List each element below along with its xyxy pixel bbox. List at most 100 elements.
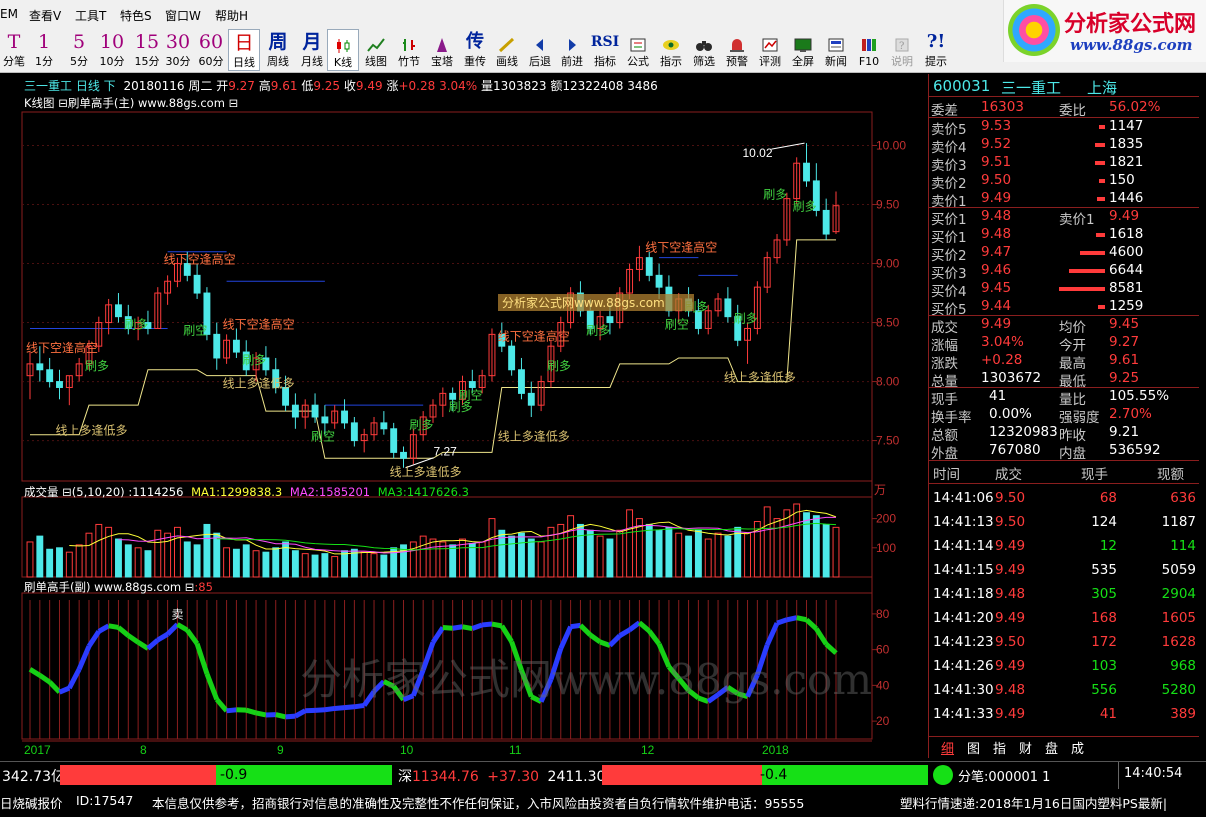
tick-price: 9.49: [995, 706, 1026, 722]
connection-status-icon[interactable]: [933, 765, 953, 785]
oscillator-segment: [214, 697, 229, 713]
sz-breadth-bar[interactable]: -0.4: [602, 765, 928, 785]
tool-button-rating[interactable]: 评测: [754, 29, 786, 71]
period-button-15分[interactable]: 15 15分: [131, 29, 163, 71]
stat-value: 767080: [989, 442, 1041, 458]
tool-button-alarm[interactable]: 预警: [721, 29, 753, 71]
pencil-icon: [498, 34, 516, 53]
tick-volume: 41: [1099, 706, 1117, 722]
tool-button-fullscreen[interactable]: 全屏: [787, 29, 819, 71]
period-button-月线[interactable]: 月月线: [296, 29, 328, 71]
period-button-5分[interactable]: 5 5分: [63, 29, 95, 71]
volume-bar: [164, 532, 172, 578]
tool-button-help[interactable]: ?! 提示: [920, 29, 952, 71]
tool-label: 指标: [594, 55, 616, 68]
tool-button-news[interactable]: 新闻: [820, 29, 852, 71]
panel-tab-2[interactable]: 指: [993, 738, 1006, 757]
volume-bar: [449, 544, 457, 578]
candle-body: [56, 381, 63, 388]
stat-value: 12320983: [989, 424, 1058, 440]
bid-volume-bar: [1059, 287, 1105, 291]
period-button-60分[interactable]: 60 60分: [195, 29, 227, 71]
panel-tab-3[interactable]: 财: [1019, 738, 1032, 757]
sh-breadth-bar[interactable]: -0.9: [60, 765, 392, 785]
logo-url: www.88gs.com: [1070, 36, 1193, 54]
tick-amount: 5280: [1161, 682, 1196, 698]
oscillator-segment: [156, 632, 169, 643]
period-label: 1分: [35, 55, 53, 68]
news-ticker[interactable]: 日烧碱报价 ID:17547 本信息仅供参考，招商银行对信息的准确性及完整性不作…: [0, 789, 1206, 813]
volume-bar: [341, 550, 348, 578]
volume-bar: [626, 509, 634, 578]
candle-body: [527, 392, 535, 406]
menu-item-em[interactable]: EM: [0, 7, 18, 21]
period-glyph: 周: [268, 31, 288, 53]
period-glyph: 60: [198, 31, 224, 53]
kline-chart[interactable]: 10.00 9.50 9.00 8.50 8.00 7.50 10.02 7.27 线下空逢高空…: [0, 74, 928, 758]
bid-price: 9.46: [981, 262, 1012, 278]
tool-label: 公式: [627, 55, 649, 68]
bid-price: 9.47: [981, 244, 1012, 260]
panel-tab-4[interactable]: 盘: [1045, 738, 1058, 757]
volume-bar: [173, 526, 181, 578]
buy1-label: 买价1: [931, 212, 967, 228]
oscillator-segment: [255, 710, 267, 718]
signal-annotation: 刷多: [409, 418, 433, 432]
price-tick-label: 8.50: [876, 316, 900, 330]
ask-volume-bar: [1097, 197, 1105, 201]
tool-button-indicator[interactable]: 指示: [655, 29, 687, 71]
menu-item-special[interactable]: 特色S: [120, 7, 152, 24]
candle-body: [724, 298, 732, 318]
stat-value: +0.28: [981, 352, 1023, 368]
stat-row: 换手率 0.00% 强弱度 2.70%: [929, 406, 1199, 426]
menu-item-window[interactable]: 窗口W: [165, 7, 201, 24]
tick-row: 14:41:18 9.48 305 2904: [929, 586, 1199, 604]
period-button-10分[interactable]: 10 10分: [96, 29, 128, 71]
chart-area[interactable]: 三一重工 日线 下 20180116 周二 开9.27 高9.61 低9.25 …: [0, 74, 928, 758]
menu-item-tools[interactable]: 工具T: [75, 7, 106, 24]
stat-label: 内盘: [1059, 446, 1086, 462]
panel-tab-1[interactable]: 图: [967, 738, 980, 757]
menu-item-help[interactable]: 帮助H: [215, 7, 248, 24]
oscillator-segment: [67, 668, 82, 690]
tool-button-pencil[interactable]: 画线: [491, 29, 523, 71]
tool-button-forward-arrow[interactable]: 前进: [556, 29, 588, 71]
sell1-price: 9.49: [1109, 208, 1140, 224]
tool-button-f10[interactable]: F10: [853, 29, 885, 71]
tool-button-tower[interactable]: 宝塔: [426, 29, 458, 71]
stat-value: 9.25: [1109, 370, 1140, 386]
period-button-分笔[interactable]: T 分笔: [0, 29, 30, 71]
period-button-30分[interactable]: 30 30分: [162, 29, 194, 71]
panel-tab-0[interactable]: 细: [941, 738, 954, 757]
tool-button-formula[interactable]: 公式: [622, 29, 654, 71]
period-glyph: 日: [234, 32, 254, 54]
stat-row: 涨幅 3.04% 今开 9.27: [929, 334, 1199, 354]
candle-body: [232, 339, 240, 353]
menu-item-view[interactable]: 查看V: [29, 7, 61, 24]
tool-button-line-chart[interactable]: 线图: [360, 29, 392, 71]
fullscreen-icon: [794, 34, 812, 52]
volume-bar: [763, 506, 771, 578]
line-chart-icon: [367, 34, 385, 52]
tool-button-binoculars[interactable]: 筛选: [688, 29, 720, 71]
volume-bar: [606, 538, 614, 578]
tool-button-chuan[interactable]: 传重传: [459, 29, 491, 71]
explain-icon: ?: [893, 34, 911, 52]
tool-button-explain[interactable]: ? 说明: [886, 29, 918, 71]
volume-bar: [360, 551, 368, 578]
tick-time: 14:41:13: [933, 514, 994, 530]
signal-annotation: 线下空逢高空: [645, 240, 717, 255]
tool-button-back-arrow[interactable]: 后退: [524, 29, 556, 71]
forward-arrow-icon: [563, 34, 581, 51]
period-button-1分[interactable]: 1 1分: [28, 29, 60, 71]
period-button-日线[interactable]: 日日线: [228, 29, 260, 71]
panel-tab-5[interactable]: 成: [1071, 738, 1084, 757]
volume-bar: [518, 532, 525, 578]
volume-bar: [734, 526, 742, 578]
candle-body: [213, 333, 221, 359]
tool-button-rsi[interactable]: RSI 指标: [589, 29, 621, 71]
tool-button-bamboo[interactable]: 竹节: [393, 29, 425, 71]
signal-annotation: 线上多逢低多: [724, 371, 796, 385]
period-button-周线[interactable]: 周周线: [262, 29, 294, 71]
tool-button-kline[interactable]: K线: [327, 29, 359, 71]
